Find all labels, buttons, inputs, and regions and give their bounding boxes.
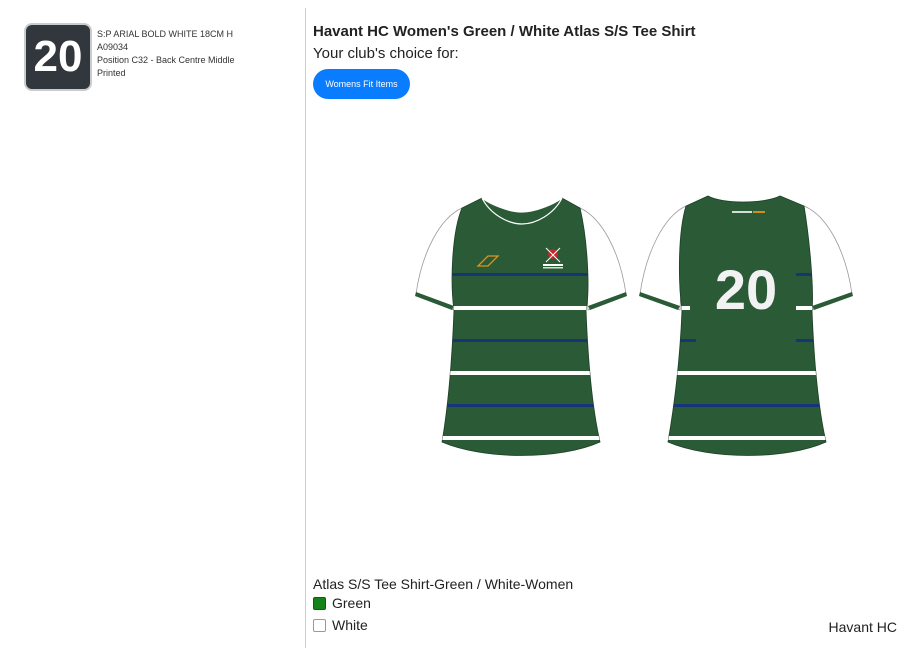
club-name: Havant HC <box>828 619 897 635</box>
number-print-badge: 20 <box>24 23 92 91</box>
print-spec-line: Printed <box>97 68 126 78</box>
print-spec-line: Position C32 - Back Centre Middle <box>97 55 235 65</box>
green-swatch[interactable] <box>313 596 326 610</box>
print-spec-details: S:P ARIAL BOLD WHITE 18CM H A09034 Posit… <box>97 28 235 80</box>
product-title: Havant HC Women's Green / White Atlas S/… <box>313 23 696 40</box>
colour-option-white[interactable]: White <box>313 617 368 633</box>
colour-option-label: Green <box>332 595 371 611</box>
back-number-text: 20 <box>715 258 777 321</box>
womens-fit-items-button[interactable]: Womens Fit Items <box>313 69 410 99</box>
variant-name: Atlas S/S Tee Shirt-Green / White-Women <box>313 576 574 592</box>
product-subtitle: Your club's choice for: <box>313 45 459 62</box>
colour-option-green[interactable]: Green <box>313 595 371 611</box>
print-spec-line: S:P ARIAL BOLD WHITE 18CM H <box>97 29 234 39</box>
print-spec-line: A09034 <box>97 42 129 52</box>
front-shirt-view <box>415 197 627 456</box>
colour-option-label: White <box>332 617 368 633</box>
panel-divider <box>305 8 306 648</box>
product-image: 20 <box>410 192 860 472</box>
white-swatch[interactable] <box>313 618 326 632</box>
back-shirt-view: 20 <box>639 195 853 456</box>
